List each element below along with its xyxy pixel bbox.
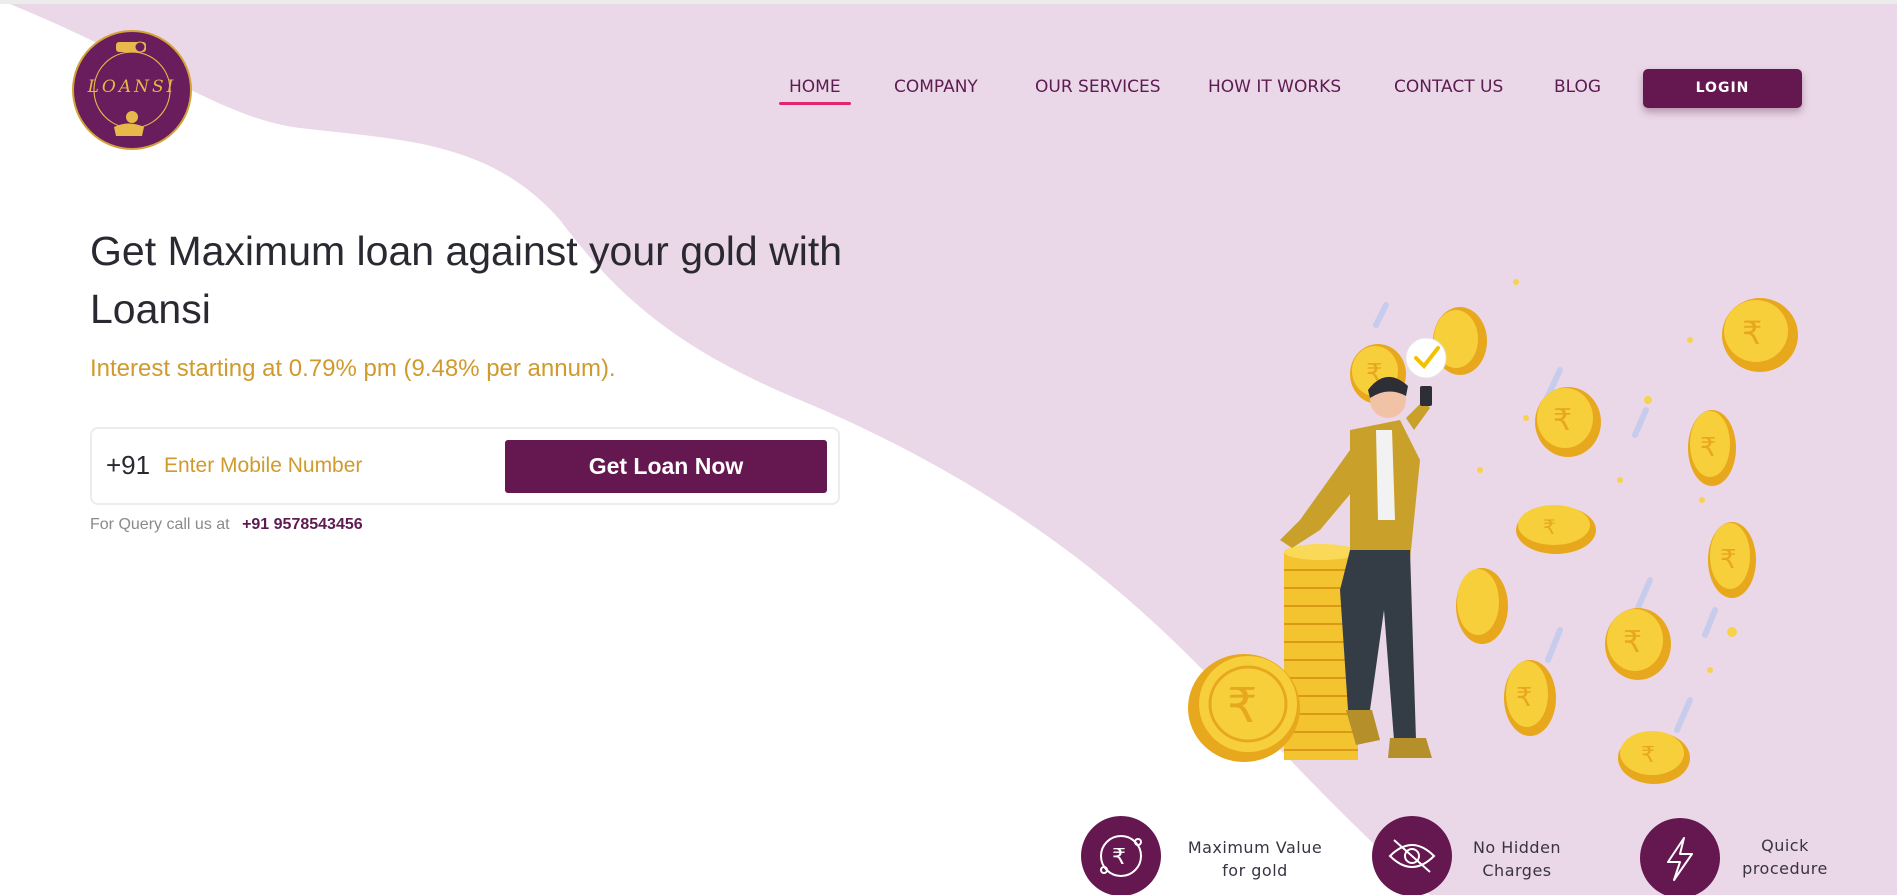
nav-how-it-works[interactable]: HOW IT WORKS — [1208, 77, 1341, 103]
rupee-feature-icon: ₹ — [1081, 816, 1161, 895]
hero-title: Get Maximum loan against your gold with … — [90, 222, 950, 338]
svg-text:₹: ₹ — [1742, 314, 1762, 352]
svg-text:₹: ₹ — [1112, 845, 1126, 870]
feature-1-line1: Maximum Value — [1187, 838, 1323, 857]
svg-text:₹: ₹ — [1227, 678, 1258, 734]
feature-quick-label: Quick procedure — [1700, 834, 1870, 880]
logo-wordmark: LOANSI — [87, 77, 177, 97]
svg-text:₹: ₹ — [1516, 683, 1533, 713]
svg-text:₹: ₹ — [1553, 403, 1572, 438]
feature-2-line2: Charges — [1482, 861, 1552, 880]
nav-our-services[interactable]: OUR SERVICES — [1035, 77, 1161, 103]
man-with-coins-illustration: ₹ ₹ ₹ ₹ ₹ ₹ ₹ ₹ ₹ ₹ — [1188, 279, 1798, 784]
get-loan-button[interactable]: Get Loan Now — [505, 440, 827, 493]
svg-text:₹: ₹ — [1543, 515, 1556, 539]
svg-text:₹: ₹ — [1623, 625, 1642, 660]
nav-company[interactable]: COMPANY — [894, 77, 978, 103]
rupee-icon: ₹ — [1100, 835, 1142, 877]
hero-title-line2: Loansi — [90, 286, 211, 332]
hero-title-line1: Get Maximum loan against your gold with — [90, 228, 843, 274]
svg-text:₹: ₹ — [1700, 433, 1717, 463]
login-button[interactable]: LOGIN — [1643, 69, 1802, 108]
top-border — [0, 0, 1897, 4]
mobile-number-input[interactable] — [164, 445, 494, 487]
query-phone-link[interactable]: +91 9578543456 — [242, 516, 363, 533]
query-text: For Query call us at — [90, 516, 230, 533]
feature-3-line2: procedure — [1742, 859, 1828, 878]
nav-blog[interactable]: BLOG — [1554, 77, 1601, 103]
loan-form: +91 Get Loan Now — [90, 427, 840, 505]
feature-3-line1: Quick — [1761, 836, 1809, 855]
nav-contact-us[interactable]: CONTACT US — [1394, 77, 1503, 103]
country-code: +91 — [106, 450, 151, 480]
feature-no-hidden-label: No Hidden Charges — [1432, 836, 1602, 882]
svg-text:₹: ₹ — [1720, 545, 1737, 575]
feature-1-line2: for gold — [1222, 861, 1288, 880]
nav-home[interactable]: HOME — [779, 77, 851, 105]
query-line: For Query call us at +91 9578543456 — [90, 516, 363, 534]
feature-2-line1: No Hidden — [1472, 838, 1562, 857]
feature-max-value-label: Maximum Value for gold — [1170, 836, 1340, 882]
svg-text:₹: ₹ — [1641, 743, 1655, 768]
interest-subtitle: Interest starting at 0.79% pm (9.48% per… — [90, 355, 616, 382]
loansi-logo[interactable]: LOANSI — [72, 30, 192, 150]
